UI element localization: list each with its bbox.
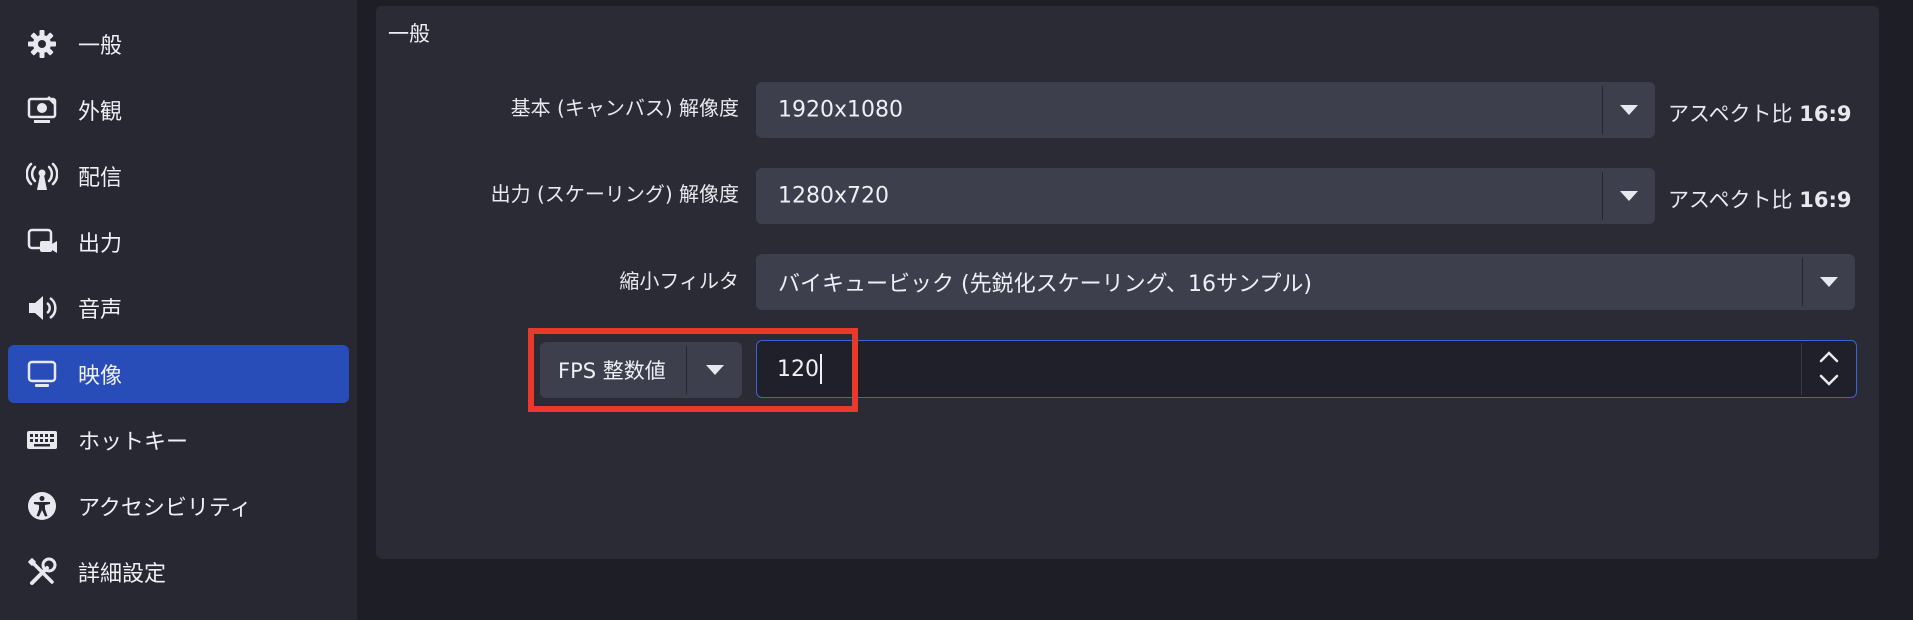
sidebar: 一般 外観 配信 出力 音声 映像 ホットキー アクセシビリティ 詳細設定 [0, 0, 357, 620]
sidebar-item-label: 音声 [78, 298, 123, 323]
video-settings-panel: 一般 基本 (キャンバス) 解像度 1920x1080 アスペクト比 16:9 … [376, 6, 1879, 559]
tools-icon [25, 555, 59, 589]
fps-value-text: 120 [777, 356, 819, 382]
sidebar-item-video[interactable]: 映像 [8, 345, 349, 403]
antenna-icon [25, 159, 59, 193]
chevron-down-icon[interactable] [687, 342, 742, 398]
output-aspect-ratio: アスペクト比 16:9 [1668, 184, 1851, 214]
fps-value-spinbox[interactable]: 120 [756, 340, 1857, 398]
sidebar-item-stream[interactable]: 配信 [8, 147, 349, 205]
sidebar-item-label: 一般 [78, 34, 123, 59]
sidebar-item-label: 映像 [78, 364, 123, 389]
aspect-prefix: アスペクト比 [1668, 188, 1793, 212]
sidebar-item-audio[interactable]: 音声 [8, 279, 349, 337]
sidebar-item-accessibility[interactable]: アクセシビリティ [8, 477, 349, 535]
spin-divider [1801, 343, 1802, 395]
keyboard-icon [25, 423, 59, 457]
gear-icon [25, 27, 59, 61]
fps-type-value: FPS 整数値 [558, 359, 666, 383]
sidebar-item-output[interactable]: 出力 [8, 213, 349, 271]
output-icon [25, 225, 59, 259]
sidebar-item-label: 配信 [78, 166, 123, 191]
sidebar-item-label: アクセシビリティ [78, 496, 252, 521]
chevron-down-icon[interactable] [1816, 370, 1842, 390]
output-resolution-label-wrap: 出力 (スケーリング) 解像度 [376, 178, 739, 208]
base-aspect-ratio: アスペクト比 16:9 [1668, 98, 1851, 128]
downscale-filter-label: 縮小フィルタ [619, 269, 739, 293]
sidebar-item-label: 詳細設定 [78, 562, 167, 587]
chevron-down-icon[interactable] [1802, 254, 1855, 310]
text-caret [820, 354, 822, 384]
base-resolution-value: 1920x1080 [778, 97, 903, 123]
speaker-icon [25, 291, 59, 325]
chevron-down-icon[interactable] [1602, 168, 1655, 224]
chevron-down-icon[interactable] [1602, 82, 1655, 138]
fps-value-input[interactable]: 120 [777, 354, 822, 384]
sidebar-item-advanced[interactable]: 詳細設定 [8, 543, 349, 601]
sidebar-item-label: ホットキー [78, 430, 189, 455]
aspect-value: 16:9 [1799, 188, 1852, 212]
downscale-filter-combo[interactable]: バイキュービック (先鋭化スケーリング、16サンプル) [756, 254, 1855, 310]
sidebar-item-hotkeys[interactable]: ホットキー [8, 411, 349, 469]
base-resolution-combo[interactable]: 1920x1080 [756, 82, 1655, 138]
appearance-icon [25, 93, 59, 127]
output-resolution-combo[interactable]: 1280x720 [756, 168, 1655, 224]
downscale-filter-value: バイキュービック (先鋭化スケーリング、16サンプル) [778, 272, 1312, 297]
sidebar-item-label: 出力 [78, 232, 123, 257]
accessibility-icon [25, 489, 59, 523]
chevron-up-icon[interactable] [1816, 347, 1842, 367]
base-resolution-label: 基本 (キャンバス) 解像度 [510, 96, 739, 120]
monitor-icon [25, 357, 59, 391]
settings-window: 一般 外観 配信 出力 音声 映像 ホットキー アクセシビリティ 詳細設定 一般… [0, 0, 1913, 620]
sidebar-item-label: 外観 [78, 100, 123, 125]
fps-type-combo[interactable]: FPS 整数値 [540, 342, 742, 398]
downscale-filter-label-wrap: 縮小フィルタ [376, 265, 739, 295]
section-title: 一般 [388, 22, 430, 46]
output-resolution-value: 1280x720 [778, 183, 889, 209]
output-resolution-label: 出力 (スケーリング) 解像度 [490, 182, 739, 206]
aspect-value: 16:9 [1799, 102, 1852, 126]
sidebar-item-appearance[interactable]: 外観 [8, 81, 349, 139]
sidebar-item-general[interactable]: 一般 [8, 15, 349, 73]
aspect-prefix: アスペクト比 [1668, 102, 1793, 126]
base-resolution-label-wrap: 基本 (キャンバス) 解像度 [376, 92, 739, 122]
